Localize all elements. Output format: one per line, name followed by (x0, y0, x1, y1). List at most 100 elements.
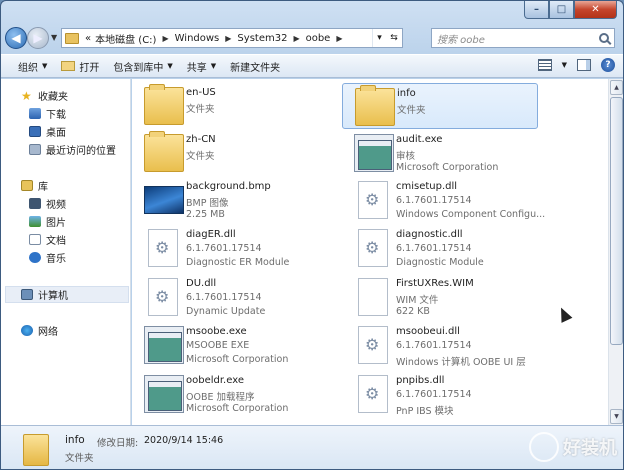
file-item[interactable]: diagnostic.dll 6.1.7601.17514 Diagnostic… (342, 225, 538, 271)
new-folder-button[interactable]: 新建文件夹 (223, 56, 287, 76)
nav-documents[interactable]: 文档 (29, 231, 66, 248)
chevron-right-icon[interactable]: ▶ (289, 34, 303, 43)
file-item[interactable]: zh-CN 文件夹 (132, 130, 328, 176)
watermark-text: 好装机 (563, 438, 617, 459)
breadcrumb-overflow[interactable]: « (83, 33, 93, 44)
folder-icon (144, 84, 184, 125)
nav-recent[interactable]: 最近访问的位置 (29, 141, 116, 158)
refresh-icon[interactable]: ⇆ (390, 33, 398, 43)
file-name: info (397, 88, 416, 99)
file-item[interactable]: en-US 文件夹 (132, 83, 328, 129)
folder-icon (23, 434, 49, 466)
minimize-button[interactable]: – (524, 1, 549, 19)
open-label: 打开 (79, 62, 100, 74)
nav-libraries[interactable]: 库 (21, 177, 48, 194)
details-date-label: 修改日期: (97, 438, 139, 449)
include-library-button[interactable]: 包含到库中 ▼ (106, 56, 179, 76)
file-company: Microsoft Corporation (396, 162, 499, 173)
view-options-icon[interactable] (537, 59, 552, 71)
search-placeholder: 搜索 oobe (437, 34, 485, 46)
file-type: 文件夹 (186, 104, 215, 115)
file-item[interactable]: cmisetup.dll 6.1.7601.17514 Windows Comp… (342, 177, 545, 223)
file-item-selected[interactable]: info 文件夹 (342, 83, 538, 129)
nav-label: 网络 (38, 327, 58, 338)
chevron-down-icon[interactable]: ▾ (377, 33, 382, 43)
folder-icon (65, 32, 79, 44)
window-controls: – □ ✕ (524, 1, 617, 19)
file-item[interactable]: oobeldr.exe OOBE 加载程序 Microsoft Corporat… (132, 371, 328, 417)
organize-button[interactable]: 组织 ▼ (11, 56, 54, 76)
file-item[interactable]: audit.exe 审核 Microsoft Corporation (342, 130, 538, 176)
file-item[interactable]: FirstUXRes.WIM WIM 文件 622 KB (342, 274, 538, 320)
search-input[interactable]: 搜索 oobe (431, 28, 615, 48)
forward-button[interactable]: ▶ (27, 27, 49, 49)
file-list: en-US 文件夹 info 文件夹 zh-CN 文件夹 audit.exe 审… (132, 79, 608, 425)
file-type: WIM 文件 (396, 295, 439, 306)
breadcrumb-item[interactable]: System32 (235, 33, 289, 44)
nav-desktop[interactable]: 桌面 (29, 123, 66, 140)
chevron-down-icon: ▼ (210, 62, 217, 70)
vertical-scrollbar[interactable]: ▲ ▼ (608, 79, 623, 425)
document-file-icon (358, 278, 388, 316)
file-item[interactable]: pnpibs.dll 6.1.7601.17514 PnP IBS 模块 (342, 371, 538, 417)
watermark-logo: 好装机 (529, 432, 617, 462)
nav-music[interactable]: 音乐 (29, 249, 66, 266)
nav-label: 视频 (46, 200, 66, 211)
close-button[interactable]: ✕ (574, 1, 617, 19)
file-item[interactable]: DU.dll 6.1.7601.17514 Dynamic Update (132, 274, 328, 320)
nav-downloads[interactable]: 下载 (29, 105, 66, 122)
file-description: PnP IBS 模块 (396, 406, 454, 417)
arrow-right-icon: ▶ (33, 31, 43, 45)
maximize-button[interactable]: □ (549, 1, 574, 19)
back-button[interactable]: ◀ (5, 27, 27, 49)
file-version: 6.1.7601.17514 (396, 195, 472, 206)
preview-pane-icon[interactable] (577, 59, 591, 71)
star-icon: ★ (21, 88, 32, 103)
file-version: 6.1.7601.17514 (186, 292, 262, 303)
open-folder-icon (61, 61, 76, 71)
file-item[interactable]: msoobe.exe MSOOBE EXE Microsoft Corporat… (132, 322, 328, 368)
chevron-right-icon[interactable]: ▶ (158, 34, 172, 43)
picture-icon (29, 216, 41, 227)
search-icon[interactable] (599, 33, 609, 43)
nav-computer[interactable]: 计算机 (21, 286, 68, 303)
desktop-icon (29, 126, 41, 137)
address-bar[interactable]: « 本地磁盘 (C:) ▶ Windows ▶ System32 ▶ oobe … (61, 28, 403, 48)
folder-icon (355, 85, 395, 126)
file-size: 622 KB (396, 306, 430, 317)
share-button[interactable]: 共享 ▼ (180, 56, 223, 76)
breadcrumb-item[interactable]: 本地磁盘 (C:) (93, 31, 158, 46)
file-version: 6.1.7601.17514 (396, 389, 472, 400)
file-company: Microsoft Corporation (186, 403, 289, 414)
scrollbar-thumb[interactable] (610, 97, 623, 345)
nav-network[interactable]: 网络 (21, 322, 58, 339)
open-button[interactable]: 打开 (54, 56, 106, 76)
file-name: msoobe.exe (186, 326, 247, 337)
file-item[interactable]: background.bmp BMP 图像 2.25 MB (132, 177, 328, 223)
chevron-right-icon[interactable]: ▶ (221, 34, 235, 43)
chevron-right-icon[interactable]: ▶ (332, 34, 346, 43)
scroll-up-icon[interactable]: ▲ (610, 80, 623, 95)
breadcrumb-item[interactable]: oobe (304, 33, 333, 44)
chevron-down-icon[interactable]: ▼ (562, 61, 567, 69)
nav-favorites[interactable]: ★ 收藏夹 (21, 87, 68, 104)
command-bar: 组织 ▼ 打开 包含到库中 ▼ 共享 ▼ 新建文件夹 ▼ ? (1, 54, 623, 78)
file-item[interactable]: diagER.dll 6.1.7601.17514 Diagnostic ER … (132, 225, 328, 271)
breadcrumb: « 本地磁盘 (C:) ▶ Windows ▶ System32 ▶ oobe … (83, 31, 347, 46)
navigation-pane: ★ 收藏夹 下载 桌面 最近访问的位置 库 视频 图片 文档 音乐 计算机 网络 (1, 79, 131, 425)
nav-pictures[interactable]: 图片 (29, 213, 66, 230)
file-description: Windows 计算机 OOBE UI 层 (396, 357, 526, 368)
music-icon (29, 252, 41, 263)
file-description: OOBE 加载程序 (186, 392, 255, 403)
nav-label: 计算机 (38, 291, 68, 302)
nav-label: 桌面 (46, 128, 66, 139)
scroll-down-icon[interactable]: ▼ (610, 409, 623, 424)
dll-gear-icon (148, 229, 178, 267)
arrow-left-icon: ◀ (11, 31, 21, 45)
help-icon[interactable]: ? (601, 58, 615, 72)
file-description: Diagnostic Module (396, 257, 484, 268)
breadcrumb-item[interactable]: Windows (173, 33, 222, 44)
file-item[interactable]: msoobeui.dll 6.1.7601.17514 Windows 计算机 … (342, 322, 538, 368)
recent-pages-dropdown[interactable]: ▼ (51, 33, 57, 42)
nav-videos[interactable]: 视频 (29, 195, 66, 212)
